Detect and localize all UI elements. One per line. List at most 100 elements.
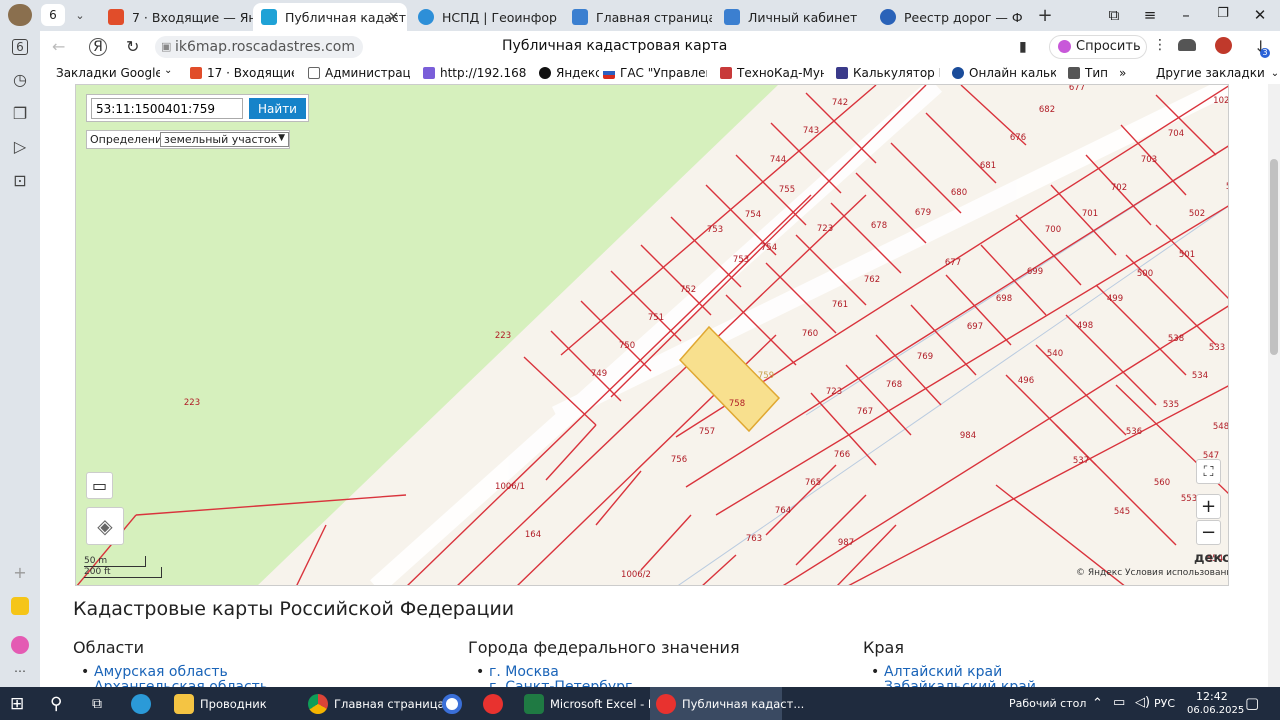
parcel-number-label[interactable]: 681 — [980, 161, 996, 171]
parcel-number-label[interactable]: 753 — [733, 255, 749, 265]
task-view-icon[interactable]: ⧉ — [92, 687, 102, 720]
krai-link[interactable]: Забайкальский край — [884, 679, 1036, 687]
parcel-number-label[interactable]: 752 — [680, 285, 696, 295]
cadastral-search-input[interactable] — [91, 98, 243, 119]
parcel-number-label[interactable]: 223 — [495, 331, 511, 341]
parcel-number-label[interactable]: 537 — [1073, 456, 1089, 466]
parcel-number-label[interactable]: 751 — [648, 313, 664, 323]
parcel-number-label[interactable]: 536 — [1126, 427, 1142, 437]
parcel-number-label[interactable]: 538 — [1168, 334, 1184, 344]
parcel-number-label[interactable]: 765 — [805, 478, 821, 488]
clock-time[interactable]: 12:42 — [1196, 690, 1228, 703]
close-icon[interactable]: ✕ — [388, 10, 399, 25]
parcel-number-label[interactable]: 768 — [886, 380, 902, 390]
parcel-number-label[interactable]: 534 — [1192, 371, 1208, 381]
parcel-number-label[interactable]: 678 — [871, 221, 887, 231]
tab-nspd[interactable]: НСПД | Геоинформаци — [410, 3, 558, 31]
tab-road-registry[interactable]: Реестр дорог — ФГИС — [872, 3, 1022, 31]
collections-icon[interactable]: ⧉ — [1104, 6, 1124, 24]
layers-icon[interactable]: ◈ — [86, 507, 124, 545]
parcel-number-label[interactable]: 763 — [746, 534, 762, 544]
map-canvas[interactable]: 742 743 744 755 753 754 753 754 752 751 750 749 223 2… — [76, 85, 1229, 586]
profile-avatar[interactable] — [8, 4, 32, 26]
parcel-number-label[interactable]: 697 — [967, 322, 983, 332]
app-icon[interactable] — [442, 687, 468, 720]
parcel-number-label[interactable]: 496 — [1018, 376, 1034, 386]
bookmark-item[interactable]: Администрация — [308, 66, 410, 80]
other-bookmarks-folder[interactable]: Другие закладки ⌄ — [1156, 66, 1279, 80]
parcel-number-label[interactable]: 759 — [758, 371, 774, 381]
parcel-number-label[interactable]: 679 — [915, 208, 931, 218]
parcel-number-label[interactable]: 723 — [826, 387, 842, 397]
chevron-down-icon[interactable]: ⌄ — [164, 65, 172, 76]
select-area-button[interactable]: ▭ — [86, 472, 113, 499]
taskbar-excel[interactable]: Microsoft Excel - П... — [518, 687, 668, 720]
page-scrollbar[interactable] — [1268, 84, 1280, 687]
parcel-number-label[interactable]: 750 — [619, 341, 635, 351]
taskbar-explorer[interactable]: Проводник — [168, 687, 293, 720]
city-link[interactable]: г. Москва — [476, 664, 559, 680]
tab-main-page[interactable]: Главная страница — [564, 3, 712, 31]
parcel-number-label[interactable]: 1006/2 — [621, 570, 651, 580]
definition-select[interactable]: земельный участок ▼ — [160, 132, 289, 147]
parcel-number-label[interactable]: 1020 — [1213, 96, 1229, 106]
parcel-number-label[interactable]: 498 — [1077, 321, 1093, 331]
find-button[interactable]: Найти — [249, 98, 306, 119]
parcel-number-label[interactable]: 677 — [945, 258, 961, 268]
tab-personal-account[interactable]: Личный кабинет — [716, 3, 866, 31]
parcel-number-label[interactable]: 742 — [832, 98, 848, 108]
parcel-number-label[interactable]: 754 — [745, 210, 761, 220]
parcel-number-label[interactable]: 560 — [1154, 478, 1170, 488]
menu-icon[interactable]: ≡ — [1140, 6, 1160, 24]
parcel-number-label[interactable]: 761 — [832, 300, 848, 310]
parcel-number-label[interactable]: 499 — [1107, 294, 1123, 304]
parcel-number-label[interactable]: 700 — [1045, 225, 1061, 235]
bookmark-item[interactable]: ТехноКад-Муниц — [720, 66, 824, 80]
bookmark-item[interactable]: http://192.168.53. — [423, 66, 527, 80]
app-icon[interactable] — [11, 597, 29, 615]
parcel-number-label[interactable]: 756 — [671, 455, 687, 465]
parcel-number-label[interactable]: 1006/1 — [495, 482, 525, 492]
minimize-button[interactable]: – — [1176, 6, 1196, 24]
extension-icon[interactable] — [1215, 37, 1232, 54]
tab-cadastral-map[interactable]: Публичная кадастр ✕ — [253, 3, 407, 31]
fullscreen-button[interactable]: ⛶ — [1196, 459, 1221, 484]
volume-icon[interactable]: ◁) — [1135, 695, 1150, 710]
search-icon[interactable]: ⚲ — [50, 687, 62, 720]
tab-count-button[interactable]: 6 — [41, 4, 65, 26]
parcel-number-label[interactable]: 757 — [699, 427, 715, 437]
chevron-up-icon[interactable]: ⌃ — [1092, 696, 1103, 711]
close-window-button[interactable]: ✕ — [1250, 6, 1270, 24]
parcel-number-label[interactable]: 984 — [960, 431, 976, 441]
krai-link[interactable]: Алтайский край — [871, 664, 1002, 680]
bookmark-item[interactable]: 17 · Входящие — Я — [190, 66, 294, 80]
bookmark-item[interactable]: Калькулятор НДС — [836, 66, 940, 80]
parcel-number-label[interactable]: 548 — [1213, 422, 1229, 432]
tab-count-icon[interactable]: 6 — [12, 39, 28, 55]
edge-icon[interactable] — [131, 687, 157, 720]
parcel-number-label[interactable]: 762 — [864, 275, 880, 285]
taskbar-chrome[interactable]: Главная страница ... — [302, 687, 459, 720]
parcel-number-label[interactable]: 553 — [1181, 494, 1197, 504]
parcel-number-label[interactable]: 164 — [525, 530, 541, 540]
back-icon[interactable]: ← — [52, 37, 65, 56]
parcel-number-label[interactable]: 755 — [779, 185, 795, 195]
parcel-number-label[interactable]: 987 — [838, 538, 854, 548]
parcel-number-label[interactable]: 703 — [1141, 155, 1157, 165]
scroll-thumb[interactable] — [1270, 159, 1278, 355]
bookmark-folder[interactable]: Закладки Google Ch — [56, 66, 160, 80]
bookmark-item[interactable]: Онлайн калькуля — [952, 66, 1056, 80]
bookmark-icon[interactable]: ▮ — [1019, 39, 1027, 55]
notifications-icon[interactable]: ▢ — [1245, 694, 1259, 712]
parcel-number-label[interactable]: 754 — [761, 243, 777, 253]
parcel-number-label[interactable]: 502 — [1189, 209, 1205, 219]
taskbar-yandex-browser[interactable]: Публичная кадаст... — [650, 687, 804, 720]
region-link[interactable]: Амурская область — [81, 664, 228, 680]
parcel-number-label[interactable]: 764 — [775, 506, 791, 516]
parcel-number-label[interactable]: 677 — [1069, 85, 1085, 93]
map-attribution[interactable]: © Яндекс Условия использования — [1076, 568, 1228, 578]
region-link[interactable]: Архангельская область — [94, 679, 268, 687]
parcel-number-label[interactable]: 743 — [803, 126, 819, 136]
add-icon[interactable]: + — [10, 563, 30, 583]
chevron-down-icon[interactable]: ⌄ — [68, 4, 92, 26]
